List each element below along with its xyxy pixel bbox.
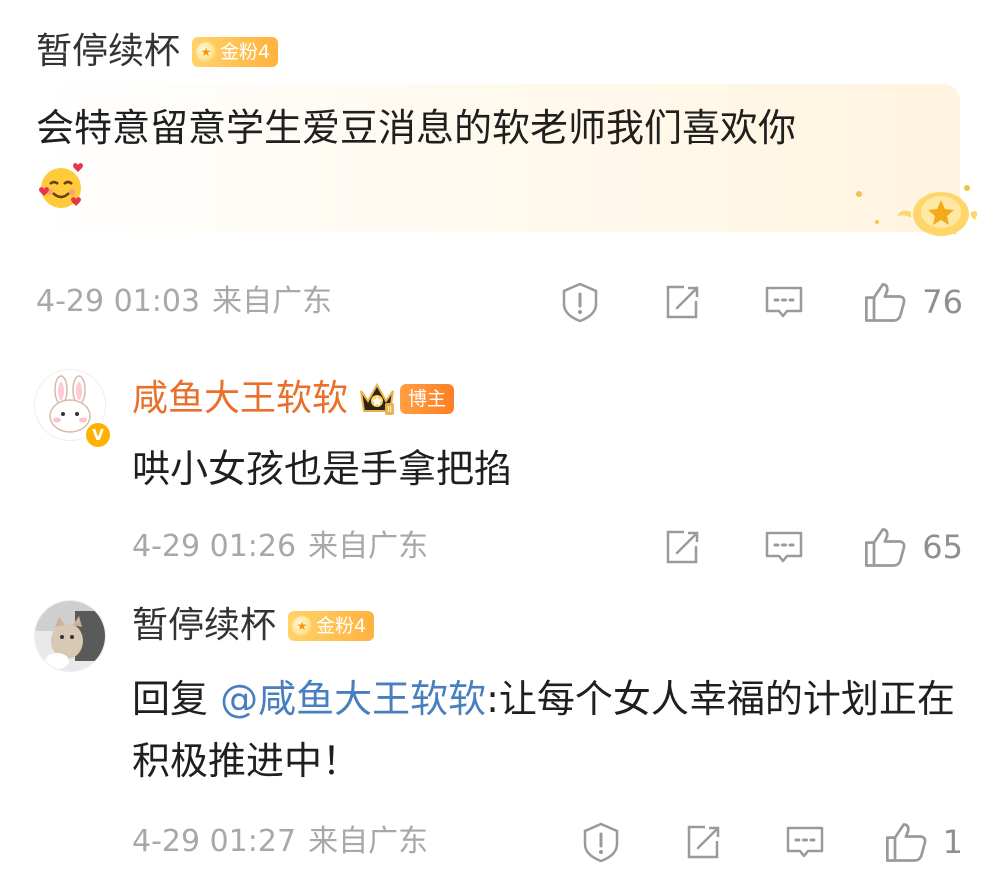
comment-location: 来自广东 <box>308 824 429 859</box>
comment-location: 来自广东 <box>212 284 333 319</box>
gold-fan-gem-icon: ★ <box>292 616 313 636</box>
report-icon <box>563 282 598 323</box>
smiling-face-with-hearts-icon <box>39 162 83 208</box>
comment-text: 哄小女孩也是手拿把掐 <box>132 447 513 491</box>
like-button[interactable]: 65 <box>862 523 963 571</box>
comment-meta: 4-29 01:27 来自广东 <box>132 822 428 862</box>
repost-icon <box>667 530 699 564</box>
comment-item: 暂停续杯 ★ 金粉4 回复 @咸鱼大王软软:让每个女人幸福的计划正在积极推进中！… <box>0 590 1003 887</box>
gold-fan-gem-icon: ★ <box>196 42 217 62</box>
comment-body: 会特意留意学生爱豆消息的软老师我们喜欢你 <box>36 106 797 150</box>
comment-header: 暂停续杯 ★ 金粉4 <box>36 30 279 74</box>
comment-text: 回复 @咸鱼大王软软:让每个女人幸福的计划正在积极推进中！ <box>132 668 972 792</box>
reply-button[interactable] <box>760 278 808 326</box>
comment-meta: 4-29 01:26 来自广东 <box>132 527 428 567</box>
comment-actions: 1 <box>523 818 963 866</box>
comment-time: 4-29 01:26 <box>132 529 297 564</box>
crown-icon: II <box>360 382 395 415</box>
report-button[interactable] <box>556 278 604 326</box>
thumbs-up-icon <box>865 528 906 567</box>
like-count: 1 <box>942 823 963 861</box>
avatar-container[interactable]: V <box>34 369 112 449</box>
like-count: 76 <box>922 283 963 321</box>
svg-text:II: II <box>387 405 392 414</box>
repost-button[interactable] <box>679 818 727 866</box>
gold-fan-badge[interactable]: ★ 金粉4 <box>288 611 375 641</box>
repost-icon <box>667 285 699 319</box>
reply-prefix: 回复 <box>132 677 221 721</box>
mention-link[interactable]: @咸鱼大王软软 <box>220 677 486 721</box>
avatar[interactable] <box>34 600 106 672</box>
username[interactable]: 暂停续杯 <box>132 604 276 648</box>
username[interactable]: 暂停续杯 <box>36 30 180 74</box>
verified-v-badge-icon: V <box>84 421 112 449</box>
comment-actions: 65 <box>604 523 963 571</box>
repost-button[interactable] <box>658 278 706 326</box>
repost-button[interactable] <box>658 523 706 571</box>
reply-button[interactable] <box>760 523 808 571</box>
comment-meta: 4-29 01:03 来自广东 <box>36 282 332 322</box>
report-button[interactable] <box>577 818 625 866</box>
badge-label: 金粉4 <box>316 615 367 637</box>
reply-button[interactable] <box>781 818 829 866</box>
thumbs-up-icon <box>885 823 927 862</box>
comment-location: 来自广东 <box>308 529 429 564</box>
like-button[interactable]: 1 <box>883 818 963 866</box>
comment-text: 会特意留意学生爱豆消息的软老师我们喜欢你 <box>36 100 936 212</box>
repost-icon <box>687 825 719 859</box>
badge-label: 金粉4 <box>220 41 271 63</box>
like-button[interactable]: 76 <box>862 278 963 326</box>
blogger-badge: 博主 <box>400 384 455 414</box>
comment-time: 4-29 01:03 <box>36 284 201 319</box>
comment-icon <box>766 531 803 563</box>
cat-photo-avatar-icon <box>35 601 105 671</box>
like-count: 65 <box>922 528 963 566</box>
comment-header: 暂停续杯 ★ 金粉4 <box>132 604 375 648</box>
comment-icon <box>786 826 823 858</box>
comment-time: 4-29 01:27 <box>132 824 297 859</box>
username[interactable]: 咸鱼大王软软 <box>132 377 348 421</box>
gold-fan-badge[interactable]: ★ 金粉4 <box>192 37 279 67</box>
comment-item: 暂停续杯 ★ 金粉4 会特意留意学生爱豆消息的软老师我们喜欢你 4-29 01:… <box>0 0 1003 335</box>
report-icon <box>583 822 618 863</box>
thumbs-up-icon <box>865 283 906 322</box>
comment-icon <box>766 286 803 318</box>
avatar-container[interactable] <box>34 600 106 672</box>
comment-actions: 76 <box>502 278 963 326</box>
comment-header: 咸鱼大王软软 II 博主 <box>132 377 455 421</box>
comment-item: V 咸鱼大王软软 II 博主 哄小女孩也是手拿把掐 4-29 01:26 来自广东 <box>0 345 1003 585</box>
